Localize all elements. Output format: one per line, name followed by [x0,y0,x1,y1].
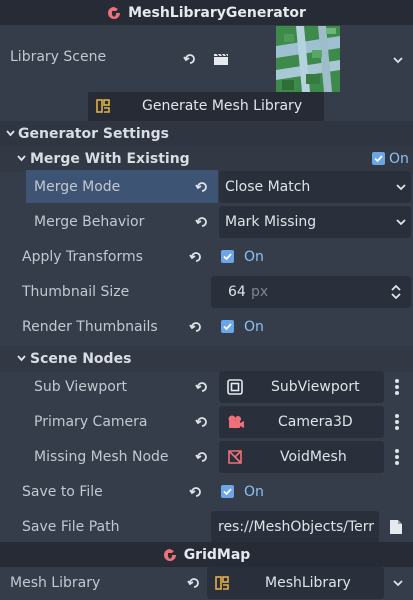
missing-mesh-node-picker[interactable]: VoidMesh [219,441,384,473]
revert-icon[interactable] [189,320,203,334]
apply-transforms-label: Apply Transforms [22,249,143,265]
merge-mode-row: Merge Mode Close Match [0,170,413,204]
header-title: MeshLibraryGenerator [128,4,306,21]
save-file-path-input[interactable]: res://MeshObjects/Terr [211,511,379,543]
chevron-down-icon[interactable] [392,577,404,589]
chevron-down-icon [17,155,26,162]
sub-viewport-node-picker[interactable]: SubViewport [219,371,384,403]
mesh-library-icon [215,576,229,590]
sub-viewport-row: Sub Viewport SubViewport [0,370,413,404]
revert-icon[interactable] [189,485,203,499]
revert-icon[interactable] [195,415,209,429]
render-thumbnails-checkbox[interactable] [221,320,234,333]
sub-viewport-value: SubViewport [271,379,360,395]
mesh-instance-icon [228,450,242,464]
missing-mesh-node-label: Missing Mesh Node [34,449,169,465]
checkmark-icon [223,323,232,331]
sub-viewport-label: Sub Viewport [34,379,128,395]
thumbnail-size-unit: px [251,284,269,300]
primary-camera-node-picker[interactable]: Camera3D [219,406,384,438]
clapperboard-icon[interactable] [213,52,229,66]
missing-mesh-node-row: Missing Mesh Node VoidMesh [0,440,413,474]
file-icon[interactable] [389,519,403,535]
render-thumbnails-row: Render Thumbnails On [0,310,413,344]
library-scene-label: Library Scene [10,49,107,65]
mesh-library-icon [96,99,110,113]
revert-icon[interactable] [189,250,203,264]
library-scene-row: Library Scene [0,26,413,92]
save-file-path-row: Save File Path res://MeshObjects/Terr [0,510,413,544]
primary-camera-row: Primary Camera Camera3D [0,405,413,439]
thumbnail-size-row: Thumbnail Size 64 px [0,275,413,309]
missing-mesh-node-value: VoidMesh [280,449,347,465]
chevron-down-icon [17,355,26,362]
chevron-down-icon [396,219,406,226]
scene-nodes-title: Scene Nodes [30,351,132,367]
inspector-header-gridmap: GridMap [0,542,413,567]
scene-thumbnail-image [276,26,340,92]
spin-arrows-icon[interactable] [390,284,402,300]
merge-mode-value: Close Match [225,179,311,195]
revert-icon[interactable] [195,380,209,394]
camera3d-icon [228,415,244,428]
checkmark-icon [223,488,232,496]
generate-mesh-library-button[interactable]: Generate Mesh Library [88,92,324,121]
merge-mode-label: Merge Mode [34,179,121,195]
inspector-header-meshlibrarygenerator: MeshLibraryGenerator [0,0,413,25]
chevron-down-icon[interactable] [392,54,404,66]
merge-behavior-value: Mark Missing [225,214,317,230]
apply-transforms-checkbox[interactable] [221,250,234,263]
scene-thumbnail[interactable] [276,26,340,92]
revert-icon[interactable] [195,450,209,464]
subviewport-icon [227,379,243,395]
more-options-icon[interactable] [395,414,399,430]
revert-icon[interactable] [195,215,209,229]
mesh-library-value: MeshLibrary [265,575,351,591]
merge-behavior-dropdown[interactable]: Mark Missing [219,206,411,238]
more-options-icon[interactable] [395,449,399,465]
primary-camera-value: Camera3D [278,414,353,430]
merge-with-existing-checkbox[interactable] [372,152,385,165]
merge-mode-dropdown[interactable]: Close Match [219,171,411,203]
scene-nodes-section[interactable]: Scene Nodes [0,346,413,372]
save-to-file-label: Save to File [22,484,103,500]
node-icon [163,548,176,561]
more-options-icon[interactable] [395,379,399,395]
save-to-file-row: Save to File On [0,475,413,509]
save-file-path-label: Save File Path [22,519,120,535]
checkmark-icon [374,155,383,163]
mesh-library-resource-picker[interactable]: MeshLibrary [207,567,384,599]
mesh-library-label: Mesh Library [10,575,101,591]
revert-icon[interactable] [183,52,197,66]
apply-transforms-on-label: On [244,249,264,265]
save-file-path-value: res://MeshObjects/Terr [218,519,375,535]
thumbnail-size-label: Thumbnail Size [22,284,130,300]
checkmark-icon [223,253,232,261]
render-thumbnails-label: Render Thumbnails [22,319,158,335]
mesh-library-row: Mesh Library MeshLibrary [0,566,413,600]
generator-settings-section[interactable]: Generator Settings [0,121,413,147]
generate-button-label: Generate Mesh Library [142,98,303,114]
revert-icon[interactable] [195,180,209,194]
save-to-file-checkbox[interactable] [221,485,234,498]
chevron-down-icon [396,184,406,191]
thumbnail-size-value: 64 [228,284,246,300]
node-icon [108,6,121,19]
apply-transforms-row: Apply Transforms On [0,240,413,274]
merge-with-existing-section[interactable]: Merge With Existing On [0,146,413,172]
merge-behavior-row: Merge Behavior Mark Missing [0,205,413,239]
thumbnail-size-spinbox[interactable]: 64 px [211,276,411,308]
generator-settings-title: Generator Settings [18,126,169,142]
render-thumbnails-on-label: On [244,319,264,335]
chevron-down-icon [6,130,15,137]
primary-camera-label: Primary Camera [34,414,148,430]
merge-behavior-label: Merge Behavior [34,214,145,230]
merge-with-existing-title: Merge With Existing [30,151,190,167]
header-title: GridMap [183,546,251,563]
revert-icon[interactable] [187,576,201,590]
save-to-file-on-label: On [244,484,264,500]
